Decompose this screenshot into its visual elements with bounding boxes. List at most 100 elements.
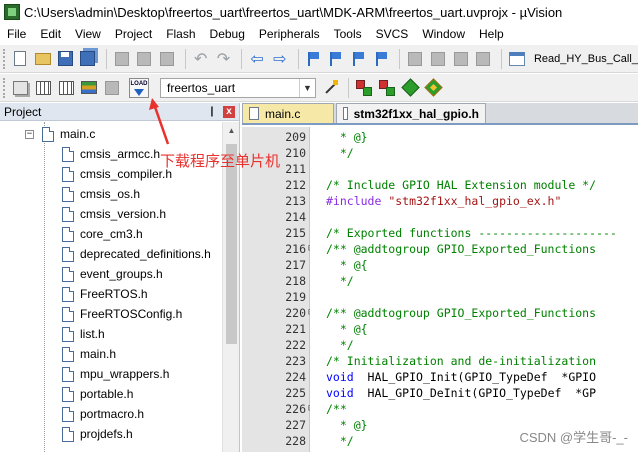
menu-svcs[interactable]: SVCS bbox=[369, 24, 416, 44]
menu-help[interactable]: Help bbox=[472, 24, 511, 44]
menu-flash[interactable]: Flash bbox=[159, 24, 202, 44]
code-line: /** @addtogroup GPIO_Exported_Functions bbox=[326, 306, 597, 320]
tree-file[interactable]: portable.h bbox=[62, 384, 133, 404]
tree-file[interactable]: deprecated_definitions.h bbox=[62, 244, 211, 264]
open-button[interactable] bbox=[33, 49, 53, 69]
scroll-up-icon[interactable]: ▲ bbox=[223, 122, 240, 139]
menu-file[interactable]: File bbox=[0, 24, 33, 44]
run-time-env-button[interactable] bbox=[423, 78, 443, 98]
line-number: 228 bbox=[285, 434, 306, 448]
new-file-icon bbox=[13, 51, 26, 66]
pack-installer-button[interactable] bbox=[377, 78, 397, 98]
paste-icon bbox=[160, 51, 175, 66]
toolbar-grip[interactable] bbox=[3, 48, 6, 69]
redo-button[interactable]: ↷ bbox=[214, 49, 234, 69]
tree-file[interactable]: projdefs.h bbox=[62, 424, 133, 444]
nav-back-button[interactable]: ⇦ bbox=[247, 49, 267, 69]
menu-debug[interactable]: Debug bbox=[203, 24, 252, 44]
tree-file[interactable]: FreeRTOS.h bbox=[62, 284, 148, 304]
menu-window[interactable]: Window bbox=[415, 24, 472, 44]
toolbar-grip[interactable] bbox=[3, 77, 6, 98]
window-title: C:\Users\admin\Desktop\freertos_uart\fre… bbox=[24, 4, 563, 20]
indent-button[interactable] bbox=[405, 49, 425, 69]
close-icon[interactable]: x bbox=[223, 105, 235, 118]
comment-button[interactable] bbox=[451, 49, 471, 69]
scroll-thumb[interactable] bbox=[226, 144, 237, 344]
nav-forward-button[interactable]: ⇨ bbox=[270, 49, 290, 69]
code-area[interactable]: * @} */ /* Include GPIO HAL Extension mod… bbox=[310, 127, 638, 452]
build-toolbar: LOAD freertos_uart ▼ bbox=[0, 74, 638, 102]
uncomment-icon bbox=[476, 51, 491, 66]
unindent-button[interactable] bbox=[428, 49, 448, 69]
undo-button[interactable]: ↶ bbox=[191, 49, 211, 69]
clear-bookmarks-button[interactable] bbox=[372, 49, 392, 69]
line-number: 216 bbox=[285, 242, 306, 256]
menu-peripherals[interactable]: Peripherals bbox=[252, 24, 327, 44]
tree-file[interactable]: event_groups.h bbox=[62, 264, 163, 284]
prev-bookmark-button[interactable] bbox=[326, 49, 346, 69]
file-icon bbox=[62, 306, 74, 322]
menu-view[interactable]: View bbox=[68, 24, 108, 44]
next-bookmark-button[interactable] bbox=[349, 49, 369, 69]
batch-build-button[interactable] bbox=[79, 78, 99, 98]
tab-stm32f1xx-hal-gpio-h[interactable]: stm32f1xx_hal_gpio.h bbox=[336, 103, 486, 123]
tree-file[interactable]: cmsis_compiler.h bbox=[62, 164, 172, 184]
pack-installer-icon bbox=[379, 79, 395, 96]
tree-file-label: cmsis_armcc.h bbox=[80, 147, 161, 161]
manage-project-icon bbox=[356, 79, 372, 96]
tab-main-c[interactable]: main.c bbox=[242, 103, 334, 123]
tree-file[interactable]: list.h bbox=[62, 324, 105, 344]
copy-button[interactable] bbox=[134, 49, 154, 69]
line-number-gutter: 209210211212213214215216⊟217218219220⊟22… bbox=[242, 127, 314, 452]
build-button[interactable] bbox=[33, 78, 53, 98]
translate-button[interactable] bbox=[10, 78, 30, 98]
line-number: 212 bbox=[285, 178, 306, 192]
file-icon bbox=[249, 107, 259, 120]
tree-file[interactable]: core_cm3.h bbox=[62, 224, 143, 244]
toolbar-separator bbox=[348, 77, 349, 98]
collapse-icon[interactable]: − bbox=[25, 129, 34, 139]
target-select[interactable]: freertos_uart ▼ bbox=[160, 77, 316, 98]
load-button[interactable]: LOAD bbox=[129, 77, 149, 98]
new-file-button[interactable] bbox=[10, 49, 30, 69]
tree-file[interactable]: portmacro.h bbox=[62, 404, 144, 424]
find-combo-text[interactable]: Read_HY_Bus_Call_ bbox=[534, 53, 638, 65]
editor-tabs: main.c stm32f1xx_hal_gpio.h bbox=[242, 103, 638, 125]
pin-icon[interactable]: ❙ bbox=[205, 106, 219, 117]
tree-node-main-c[interactable]: − main.c bbox=[25, 124, 95, 144]
menu-tools[interactable]: Tools bbox=[327, 24, 369, 44]
tree-file[interactable]: cmsis_armcc.h bbox=[62, 144, 160, 164]
line-number: 226 bbox=[285, 402, 306, 416]
tree-file[interactable]: main.h bbox=[62, 344, 116, 364]
tree-node-label: main.c bbox=[60, 127, 96, 141]
tree-file-label: FreeRTOSConfig.h bbox=[80, 307, 183, 321]
manage-project-button[interactable] bbox=[354, 78, 374, 98]
bookmark-button[interactable] bbox=[304, 49, 324, 69]
line-number: 217 bbox=[285, 258, 306, 272]
uncomment-button[interactable] bbox=[474, 49, 494, 69]
tree-file[interactable]: mpu_wrappers.h bbox=[62, 364, 169, 384]
save-all-button[interactable] bbox=[78, 49, 98, 69]
line-number: 227 bbox=[285, 418, 306, 432]
chevron-down-icon: ▼ bbox=[299, 78, 315, 97]
tree-file[interactable]: cmsis_version.h bbox=[62, 204, 166, 224]
window-button[interactable] bbox=[507, 49, 527, 69]
cut-button[interactable] bbox=[112, 49, 132, 69]
tree-file[interactable]: cmsis_os.h bbox=[62, 184, 140, 204]
unindent-icon bbox=[431, 51, 445, 66]
target-options-button[interactable] bbox=[320, 78, 340, 98]
annotation-text: 下载程序至单片机 bbox=[160, 153, 281, 170]
project-scrollbar[interactable]: ▲ bbox=[222, 122, 239, 452]
code-line: #include "stm32f1xx_hal_gpio_ex.h" bbox=[326, 194, 562, 208]
paste-button[interactable] bbox=[157, 49, 177, 69]
menu-project[interactable]: Project bbox=[108, 24, 159, 44]
stop-build-button[interactable] bbox=[102, 78, 122, 98]
file-icon bbox=[343, 107, 348, 120]
select-packs-button[interactable] bbox=[400, 78, 420, 98]
tree-file-label: list.h bbox=[80, 327, 105, 341]
menu-edit[interactable]: Edit bbox=[33, 24, 68, 44]
save-button[interactable] bbox=[55, 49, 75, 69]
tree-file[interactable]: FreeRTOSConfig.h bbox=[62, 304, 182, 324]
tree-file-label: main.h bbox=[80, 347, 117, 361]
rebuild-button[interactable] bbox=[56, 78, 76, 98]
